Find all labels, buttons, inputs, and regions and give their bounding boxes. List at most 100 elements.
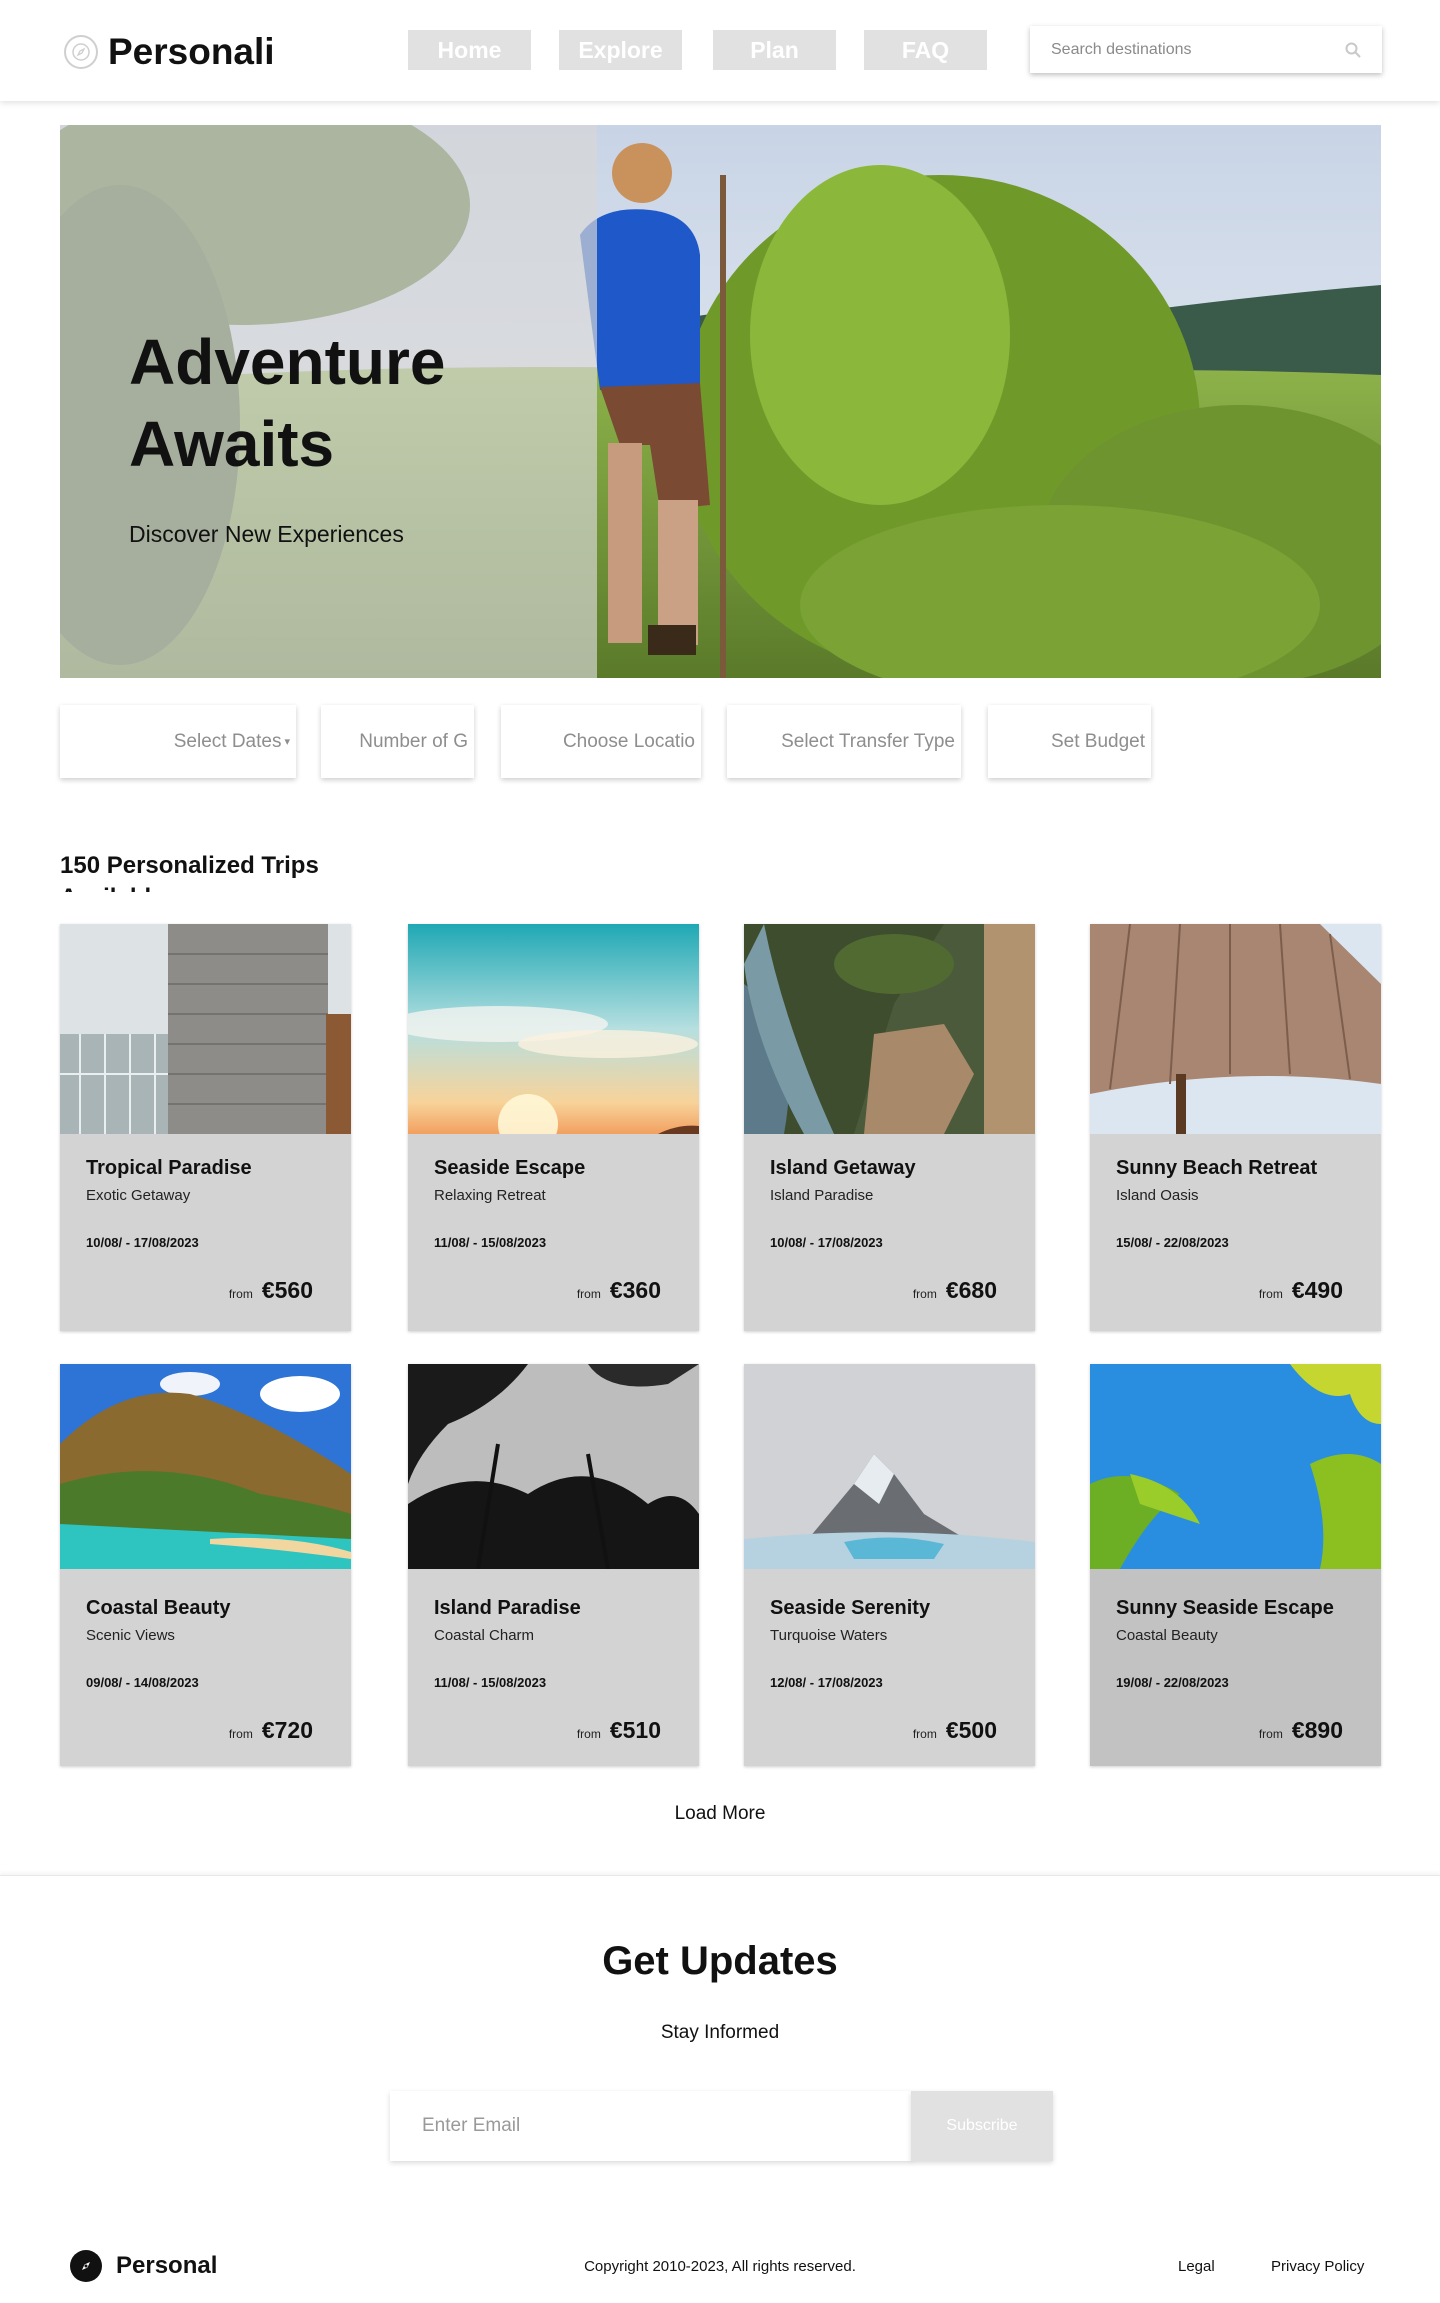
- price-prefix: from: [576, 1287, 601, 1301]
- price-prefix: from: [912, 1727, 937, 1741]
- trip-card[interactable]: Seaside Serenity Turquoise Waters 12/08/…: [744, 1364, 1035, 1766]
- trip-price: from €560: [229, 1277, 313, 1304]
- nav-home-button[interactable]: Home: [408, 30, 531, 70]
- price-value: €510: [609, 1717, 661, 1743]
- location-filter[interactable]: Choose Locatio: [501, 705, 701, 778]
- trip-subtitle: Island Paradise: [770, 1187, 874, 1204]
- price-prefix: from: [1258, 1287, 1283, 1301]
- price-value: €360: [609, 1277, 661, 1303]
- trip-price: from €490: [1259, 1277, 1343, 1304]
- dates-filter-label: Select Dates: [173, 730, 282, 752]
- trip-dates: 12/08/ - 17/08/2023: [770, 1675, 883, 1690]
- hero-subtitle: Discover New Experiences: [129, 521, 404, 547]
- trip-dates: 09/08/ - 14/08/2023: [86, 1675, 199, 1690]
- trip-dates: 15/08/ - 22/08/2023: [1116, 1235, 1229, 1250]
- guests-filter-label: Number of G: [359, 730, 468, 752]
- budget-filter[interactable]: Set Budget: [988, 705, 1151, 778]
- trip-card[interactable]: Tropical Paradise Exotic Getaway 10/08/ …: [60, 924, 351, 1331]
- hero-banner: Adventure Awaits Discover New Experience…: [60, 125, 1381, 678]
- trip-title: Coastal Beauty: [86, 1597, 231, 1619]
- umbrella-photo: [1090, 924, 1381, 1134]
- compass-icon: [64, 35, 98, 69]
- copyright-text: Copyright 2010-2023, All rights reserved…: [584, 2258, 856, 2275]
- price-value: €490: [1291, 1277, 1343, 1303]
- email-field-wrapper: [390, 2091, 912, 2161]
- trip-title: Sunny Beach Retreat: [1116, 1157, 1318, 1179]
- price-value: €720: [261, 1717, 313, 1743]
- nav-faq-button[interactable]: FAQ: [864, 30, 987, 70]
- privacy-policy-link[interactable]: Privacy Policy: [1271, 2258, 1364, 2275]
- nav-plan-button[interactable]: Plan: [713, 30, 836, 70]
- price-value: €560: [261, 1277, 313, 1303]
- trip-subtitle: Relaxing Retreat: [434, 1187, 546, 1204]
- brand-name: Personali: [108, 31, 275, 72]
- trip-title: Sunny Seaside Escape: [1116, 1597, 1334, 1619]
- brand-logo[interactable]: Personali: [64, 31, 275, 73]
- sky-photo: [408, 924, 699, 1134]
- search-icon[interactable]: [1344, 41, 1362, 59]
- price-prefix: from: [912, 1287, 937, 1301]
- iceberg-photo: [744, 1364, 1035, 1569]
- trip-subtitle: Island Oasis: [1116, 1187, 1199, 1204]
- trip-title: Island Getaway: [770, 1157, 916, 1179]
- price-prefix: from: [228, 1287, 253, 1301]
- trip-title: Tropical Paradise: [86, 1157, 252, 1179]
- mountain-beach-photo: [60, 1364, 351, 1569]
- trip-dates: 11/08/ - 15/08/2023: [434, 1235, 547, 1250]
- palm-sky-photo: [1090, 1364, 1381, 1569]
- trip-title: Seaside Escape: [434, 1157, 586, 1179]
- trips-count-title: 150 Personalized Trips Available: [60, 852, 319, 892]
- legal-link[interactable]: Legal: [1178, 2258, 1215, 2275]
- dates-filter[interactable]: Select Dates ▾: [60, 705, 296, 778]
- hero-title: Adventure Awaits: [129, 326, 446, 480]
- newsletter-subtitle: Stay Informed: [660, 2022, 780, 2043]
- trip-subtitle: Turquoise Waters: [770, 1627, 888, 1644]
- trip-price: from €510: [577, 1717, 661, 1744]
- trip-subtitle: Scenic Views: [86, 1627, 175, 1644]
- load-more-button[interactable]: Load More: [620, 1803, 820, 1825]
- trip-price: from €360: [577, 1277, 661, 1304]
- site-header: Personali Home Explore Plan FAQ: [0, 0, 1440, 101]
- price-value: €680: [945, 1277, 997, 1303]
- price-prefix: from: [1258, 1727, 1283, 1741]
- transfer-filter-label: Select Transfer Type: [781, 730, 955, 752]
- trip-price: from €720: [229, 1717, 313, 1744]
- site-footer: Personal Copyright 2010-2023, All rights…: [0, 2235, 1440, 2295]
- search-box: [1030, 26, 1382, 73]
- price-value: €890: [1291, 1717, 1343, 1743]
- trip-card[interactable]: Island Paradise Coastal Charm 11/08/ - 1…: [408, 1364, 699, 1766]
- palms-bw-photo: [408, 1364, 699, 1569]
- building-photo: [60, 924, 351, 1134]
- location-filter-label: Choose Locatio: [562, 730, 695, 752]
- trip-subtitle: Coastal Charm: [434, 1627, 535, 1644]
- trip-title: Island Paradise: [434, 1597, 581, 1619]
- search-input[interactable]: [1051, 40, 1331, 59]
- price-prefix: from: [576, 1727, 601, 1741]
- nav-explore-button[interactable]: Explore: [559, 30, 682, 70]
- email-field[interactable]: [422, 2115, 882, 2137]
- price-value: €500: [945, 1717, 997, 1743]
- newsletter-title: Get Updates: [602, 1939, 838, 1983]
- trip-card[interactable]: Sunny Beach Retreat Island Oasis 15/08/ …: [1090, 924, 1381, 1331]
- transfer-filter[interactable]: Select Transfer Type: [727, 705, 961, 778]
- trip-title: Seaside Serenity: [770, 1597, 931, 1619]
- trip-dates: 10/08/ - 17/08/2023: [770, 1235, 883, 1250]
- coastline-photo: [744, 924, 1035, 1134]
- subscribe-button[interactable]: Subscribe: [911, 2091, 1053, 2161]
- guests-filter[interactable]: Number of G: [321, 705, 474, 778]
- trip-price: from €500: [913, 1717, 997, 1744]
- trip-card[interactable]: Coastal Beauty Scenic Views 09/08/ - 14/…: [60, 1364, 351, 1766]
- trip-dates: 10/08/ - 17/08/2023: [86, 1235, 199, 1250]
- trip-subtitle: Coastal Beauty: [1116, 1627, 1218, 1644]
- trip-card[interactable]: Island Getaway Island Paradise 10/08/ - …: [744, 924, 1035, 1331]
- price-prefix: from: [228, 1727, 253, 1741]
- trip-card[interactable]: Seaside Escape Relaxing Retreat 11/08/ -…: [408, 924, 699, 1331]
- budget-filter-label: Set Budget: [1050, 730, 1145, 752]
- trip-price: from €890: [1259, 1717, 1343, 1744]
- trip-card[interactable]: Sunny Seaside Escape Coastal Beauty 19/0…: [1090, 1364, 1381, 1766]
- trip-dates: 19/08/ - 22/08/2023: [1116, 1675, 1229, 1690]
- trip-price: from €680: [913, 1277, 997, 1304]
- newsletter-section: Get Updates Stay Informed Subscribe: [0, 1875, 1440, 2275]
- chevron-down-icon: ▾: [284, 736, 290, 748]
- trip-dates: 11/08/ - 15/08/2023: [434, 1675, 547, 1690]
